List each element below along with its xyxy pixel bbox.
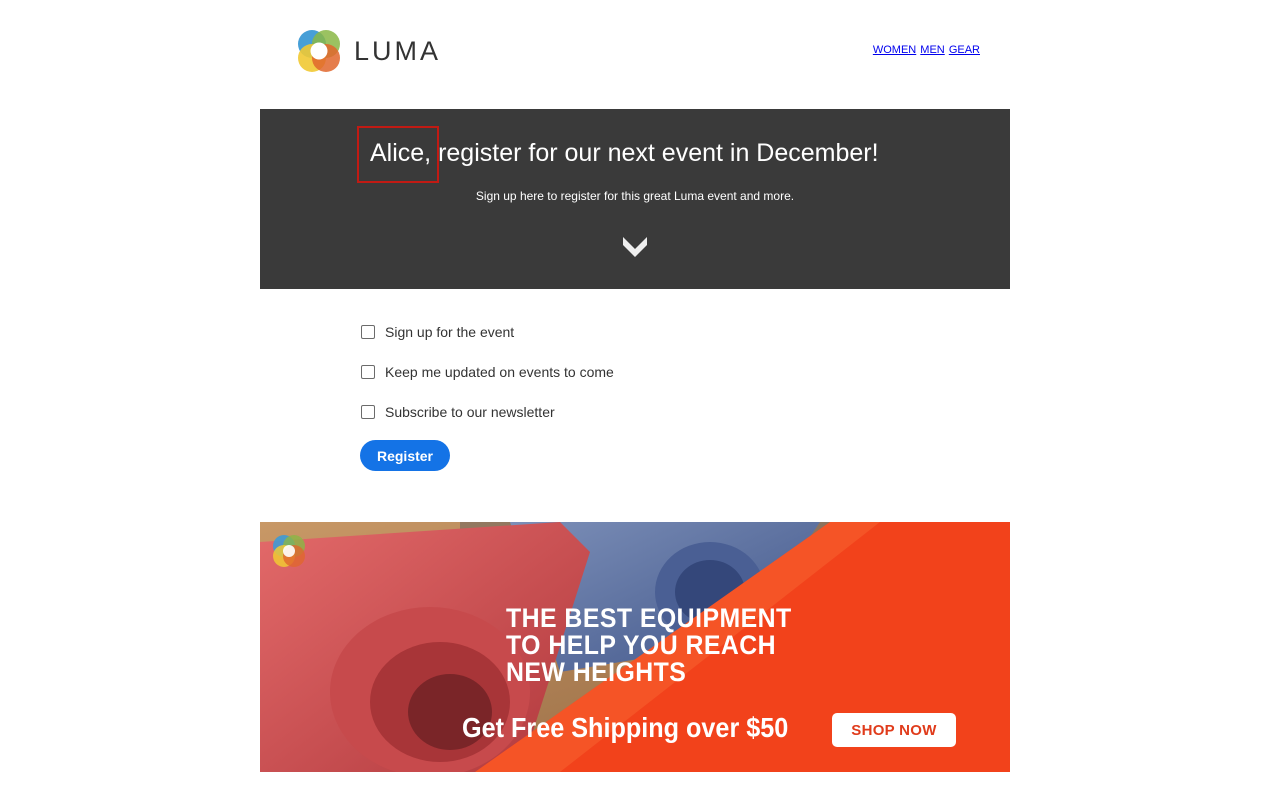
nav-link-gear[interactable]: GEAR — [949, 44, 980, 56]
banner-logo-icon — [273, 535, 305, 567]
header: LUMA WOMEN MEN GEAR — [260, 0, 1010, 109]
promo-banner[interactable]: THE BEST EQUIPMENT TO HELP YOU REACH NEW… — [260, 522, 1010, 772]
newsletter-checkbox[interactable] — [361, 405, 375, 419]
checkbox-label: Keep me updated on events to come — [385, 364, 614, 380]
hero-title: Alice, register for our next event in De… — [370, 139, 879, 167]
register-button[interactable]: Register — [360, 440, 450, 471]
headline-line: TO HELP YOU REACH — [506, 630, 777, 660]
hero-section: Alice, register for our next event in De… — [260, 109, 1010, 289]
chevron-down-icon — [623, 237, 647, 257]
checkbox-label: Subscribe to our newsletter — [385, 404, 555, 420]
personalization-highlight — [357, 126, 439, 183]
email-page: LUMA WOMEN MEN GEAR Alice, register for … — [0, 0, 1279, 785]
headline-line: NEW HEIGHTS — [506, 657, 687, 687]
luma-logo[interactable]: LUMA — [296, 28, 441, 74]
nav-link-men[interactable]: MEN — [920, 44, 944, 56]
headline-line: THE BEST EQUIPMENT — [506, 603, 792, 633]
luma-logo-icon — [298, 30, 340, 72]
shop-now-button[interactable]: SHOP NOW — [832, 713, 956, 747]
top-nav: WOMEN MEN GEAR — [872, 44, 980, 56]
checkbox-label: Sign up for the event — [385, 324, 515, 340]
registration-form: Sign up for the event Keep me updated on… — [360, 320, 614, 471]
banner-headline: THE BEST EQUIPMENT TO HELP YOU REACH NEW… — [506, 605, 792, 686]
checkbox-row-newsletter[interactable]: Subscribe to our newsletter — [360, 400, 614, 424]
nav-link-women[interactable]: WOMEN — [873, 44, 916, 56]
checkbox-row-updates[interactable]: Keep me updated on events to come — [360, 360, 614, 384]
updates-checkbox[interactable] — [361, 365, 375, 379]
checkbox-row-signup[interactable]: Sign up for the event — [360, 320, 614, 344]
signup-checkbox[interactable] — [361, 325, 375, 339]
free-shipping-text: Get Free Shipping over $50 — [462, 712, 789, 743]
hero-subtitle: Sign up here to register for this great … — [475, 189, 795, 203]
logo-text: LUMA — [354, 35, 442, 66]
